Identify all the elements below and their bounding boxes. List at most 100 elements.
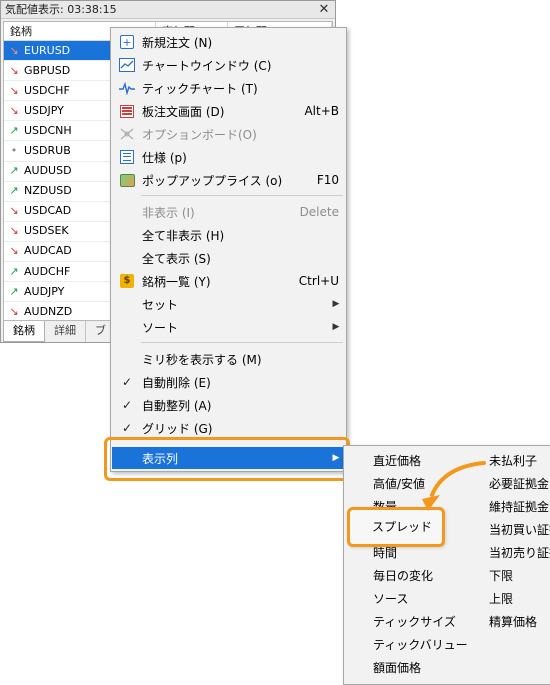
menu-item-shortcut: Ctrl+U <box>298 274 339 288</box>
trend-down-icon: ↘ <box>9 304 19 318</box>
symbol-name: AUDCAD <box>24 244 72 258</box>
submenu-item-last-price[interactable]: 直近価格 <box>373 450 421 472</box>
menu-item-grid[interactable]: ✓ グリッド (G) <box>112 417 345 439</box>
submenu-item-spread[interactable]: スプレッド <box>347 507 445 547</box>
menu-item-popup-prices[interactable]: ポップアッププライス (o) F10 <box>112 169 345 191</box>
menu-item-label: ソート <box>142 320 179 335</box>
menu-separator <box>141 342 343 343</box>
symbol-name: GBPUSD <box>24 63 71 77</box>
trend-up-icon: ↗ <box>9 184 19 198</box>
menu-item-shortcut: Delete <box>299 205 339 219</box>
columns-submenu: 直近価格 高値/安値 数量 時間 毎日の変化 ソース ティックサイズ ティックバ… <box>343 445 550 685</box>
menu-item-label: グリッド (G) <box>142 421 213 436</box>
submenu-item-settlement-price[interactable]: 精算価格 <box>489 611 537 633</box>
menu-item-symbols-list[interactable]: $ 銘柄一覧 (Y) Ctrl+U <box>112 270 345 292</box>
submenu-item-lower-limit[interactable]: 下限 <box>489 565 513 587</box>
menu-item-label: 表示列 <box>142 451 179 466</box>
menu-item-spec[interactable]: 仕様 (p) <box>112 146 345 168</box>
menu-item-show-all[interactable]: 全て表示 (S) <box>112 247 345 269</box>
menu-item-label: ポップアッププライス (o) <box>142 173 283 188</box>
submenu-item-tick-size[interactable]: ティックサイズ <box>373 611 456 633</box>
new-order-icon: + <box>120 35 134 49</box>
symbol-name: USDCHF <box>24 83 70 97</box>
dollar-icon: $ <box>120 274 134 288</box>
menu-item-label: ミリ秒を表示する (M) <box>142 352 262 367</box>
symbol-name: USDSEK <box>24 224 69 238</box>
trend-flat-icon: • <box>10 144 18 158</box>
option-board-icon <box>120 128 134 140</box>
submenu-item-initial-buy-margin[interactable]: 当初買い証拠金 <box>489 519 550 541</box>
menu-item-label: チャートウインドウ (C) <box>142 58 272 73</box>
popup-prices-icon <box>119 173 135 187</box>
menu-item-hide-all[interactable]: 全て非表示 (H) <box>112 224 345 246</box>
tick-chart-icon <box>119 81 135 95</box>
menu-item-show-ms[interactable]: ミリ秒を表示する (M) <box>112 348 345 370</box>
submenu-item-tick-value[interactable]: ティックバリュー <box>373 634 468 656</box>
submenu-item-face-value[interactable]: 額面価格 <box>373 657 421 679</box>
symbol-name: USDCAD <box>24 204 72 218</box>
menu-separator <box>141 195 343 196</box>
spec-icon <box>120 150 134 164</box>
symbol-name: NZDUSD <box>24 184 72 198</box>
submenu-arrow-icon: ▶ <box>332 322 340 332</box>
trend-down-icon: ↘ <box>9 103 19 117</box>
menu-item-shortcut: F10 <box>316 173 339 187</box>
menu-item-hide: 非表示 (I) Delete <box>112 201 345 223</box>
menu-item-sets[interactable]: セット ▶ <box>112 293 345 315</box>
menu-item-label: 新規注文 (N) <box>142 35 213 50</box>
submenu-item-daily-change[interactable]: 毎日の変化 <box>373 565 433 587</box>
symbol-name: AUDCHF <box>24 264 71 278</box>
menu-item-label: 非表示 (I) <box>142 205 195 220</box>
menu-item-shortcut: Alt+B <box>304 104 339 118</box>
menu-item-chart-window[interactable]: チャートウインドウ (C) <box>112 54 345 76</box>
trend-down-icon: ↘ <box>9 244 19 258</box>
check-icon: ✓ <box>121 398 133 412</box>
tab-details[interactable]: 詳細 <box>45 321 86 342</box>
trend-down-icon: ↘ <box>9 83 19 97</box>
menu-item-label: セット <box>142 297 179 312</box>
check-icon: ✓ <box>121 375 133 389</box>
trend-down-icon: ↘ <box>9 224 19 238</box>
symbol-name: AUDUSD <box>24 164 72 178</box>
tab-symbols[interactable]: 銘柄 <box>3 321 45 342</box>
market-watch-title: 気配値表示: 03:38:15 <box>1 1 335 19</box>
submenu-arrow-icon: ▶ <box>332 299 340 309</box>
menu-item-label: ティックチャート (T) <box>142 81 258 96</box>
submenu-item-accrued-interest[interactable]: 未払利子 <box>489 450 537 472</box>
menu-item-label: オプションボード(O) <box>142 127 257 142</box>
trend-down-icon: ↘ <box>9 204 19 218</box>
submenu-item-initial-sell-margin[interactable]: 当初売り証拠金 <box>489 542 550 564</box>
menu-item-auto-arrange[interactable]: ✓ 自動整列 (A) <box>112 394 345 416</box>
context-menu: + 新規注文 (N) チャートウインドウ (C) ティックチャート (T) 板注… <box>110 27 347 472</box>
submenu-item-high-low[interactable]: 高値/安値 <box>373 473 425 495</box>
symbol-name: AUDJPY <box>24 284 65 298</box>
trend-up-icon: ↗ <box>9 264 19 278</box>
menu-item-label: 銘柄一覧 (Y) <box>142 274 211 289</box>
menu-item-new-order[interactable]: + 新規注文 (N) <box>112 31 345 53</box>
submenu-item-maintenance-margin[interactable]: 維持証拠金 <box>489 496 549 518</box>
order-board-icon <box>120 104 134 118</box>
check-icon: ✓ <box>121 421 133 435</box>
market-watch-tabs: 銘柄 詳細 ブ <box>3 321 116 343</box>
symbol-name: USDCNH <box>24 123 72 137</box>
trend-up-icon: ↗ <box>9 284 19 298</box>
trend-down-icon: ↘ <box>9 63 19 77</box>
menu-item-tick-chart[interactable]: ティックチャート (T) <box>112 77 345 99</box>
menu-item-columns[interactable]: 表示列 ▶ <box>112 447 345 469</box>
menu-item-auto-remove[interactable]: ✓ 自動削除 (E) <box>112 371 345 393</box>
submenu-item-source[interactable]: ソース <box>373 588 408 610</box>
menu-item-sort[interactable]: ソート ▶ <box>112 316 345 338</box>
submenu-item-upper-limit[interactable]: 上限 <box>489 588 513 610</box>
menu-item-label: 板注文画面 (D) <box>142 104 225 119</box>
close-icon[interactable]: ✕ <box>317 1 331 19</box>
menu-item-option-board: オプションボード(O) <box>112 123 345 145</box>
trend-down-icon: ↘ <box>9 43 19 57</box>
symbol-name: AUDNZD <box>24 304 73 318</box>
menu-item-label: 全て表示 (S) <box>142 251 211 266</box>
symbol-name: EURUSD <box>24 43 71 57</box>
symbol-name: USDRUB <box>24 144 71 158</box>
submenu-item-required-margin[interactable]: 必要証拠金 <box>489 473 549 495</box>
menu-item-label: 自動整列 (A) <box>142 398 212 413</box>
menu-item-order-board[interactable]: 板注文画面 (D) Alt+B <box>112 100 345 122</box>
menu-item-label: 全て非表示 (H) <box>142 228 225 243</box>
